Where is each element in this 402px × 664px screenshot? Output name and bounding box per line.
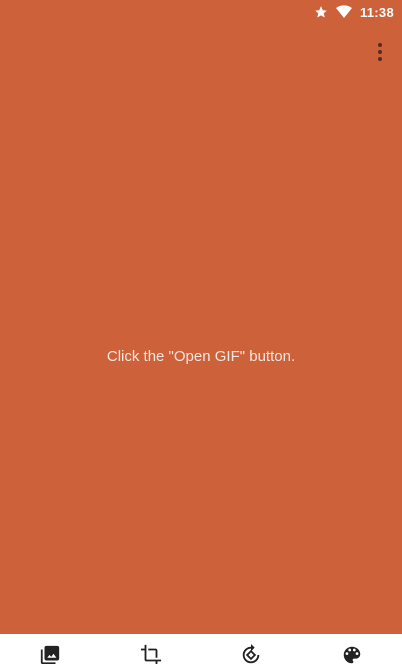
status-bar: 11:38 bbox=[0, 0, 402, 24]
star-icon bbox=[314, 5, 328, 19]
palette-icon bbox=[341, 644, 363, 664]
palette-button[interactable] bbox=[341, 644, 363, 664]
app-screen: 11:38 Click the "Open GIF" button. bbox=[0, 0, 402, 664]
more-vert-icon bbox=[378, 43, 382, 47]
open-image-button[interactable] bbox=[39, 644, 61, 664]
bottom-toolbar bbox=[0, 634, 402, 664]
empty-state-hint: Click the "Open GIF" button. bbox=[106, 348, 296, 365]
more-vert-dot bbox=[378, 50, 382, 54]
overflow-menu-button[interactable] bbox=[372, 40, 388, 64]
clock: 11:38 bbox=[359, 4, 394, 20]
rotate-icon bbox=[240, 644, 262, 664]
crop-icon bbox=[140, 644, 162, 664]
crop-button[interactable] bbox=[140, 644, 162, 664]
wifi-icon bbox=[335, 5, 352, 19]
rotate-button[interactable] bbox=[240, 644, 262, 664]
more-vert-dot bbox=[378, 57, 382, 61]
image-icon bbox=[39, 644, 61, 664]
